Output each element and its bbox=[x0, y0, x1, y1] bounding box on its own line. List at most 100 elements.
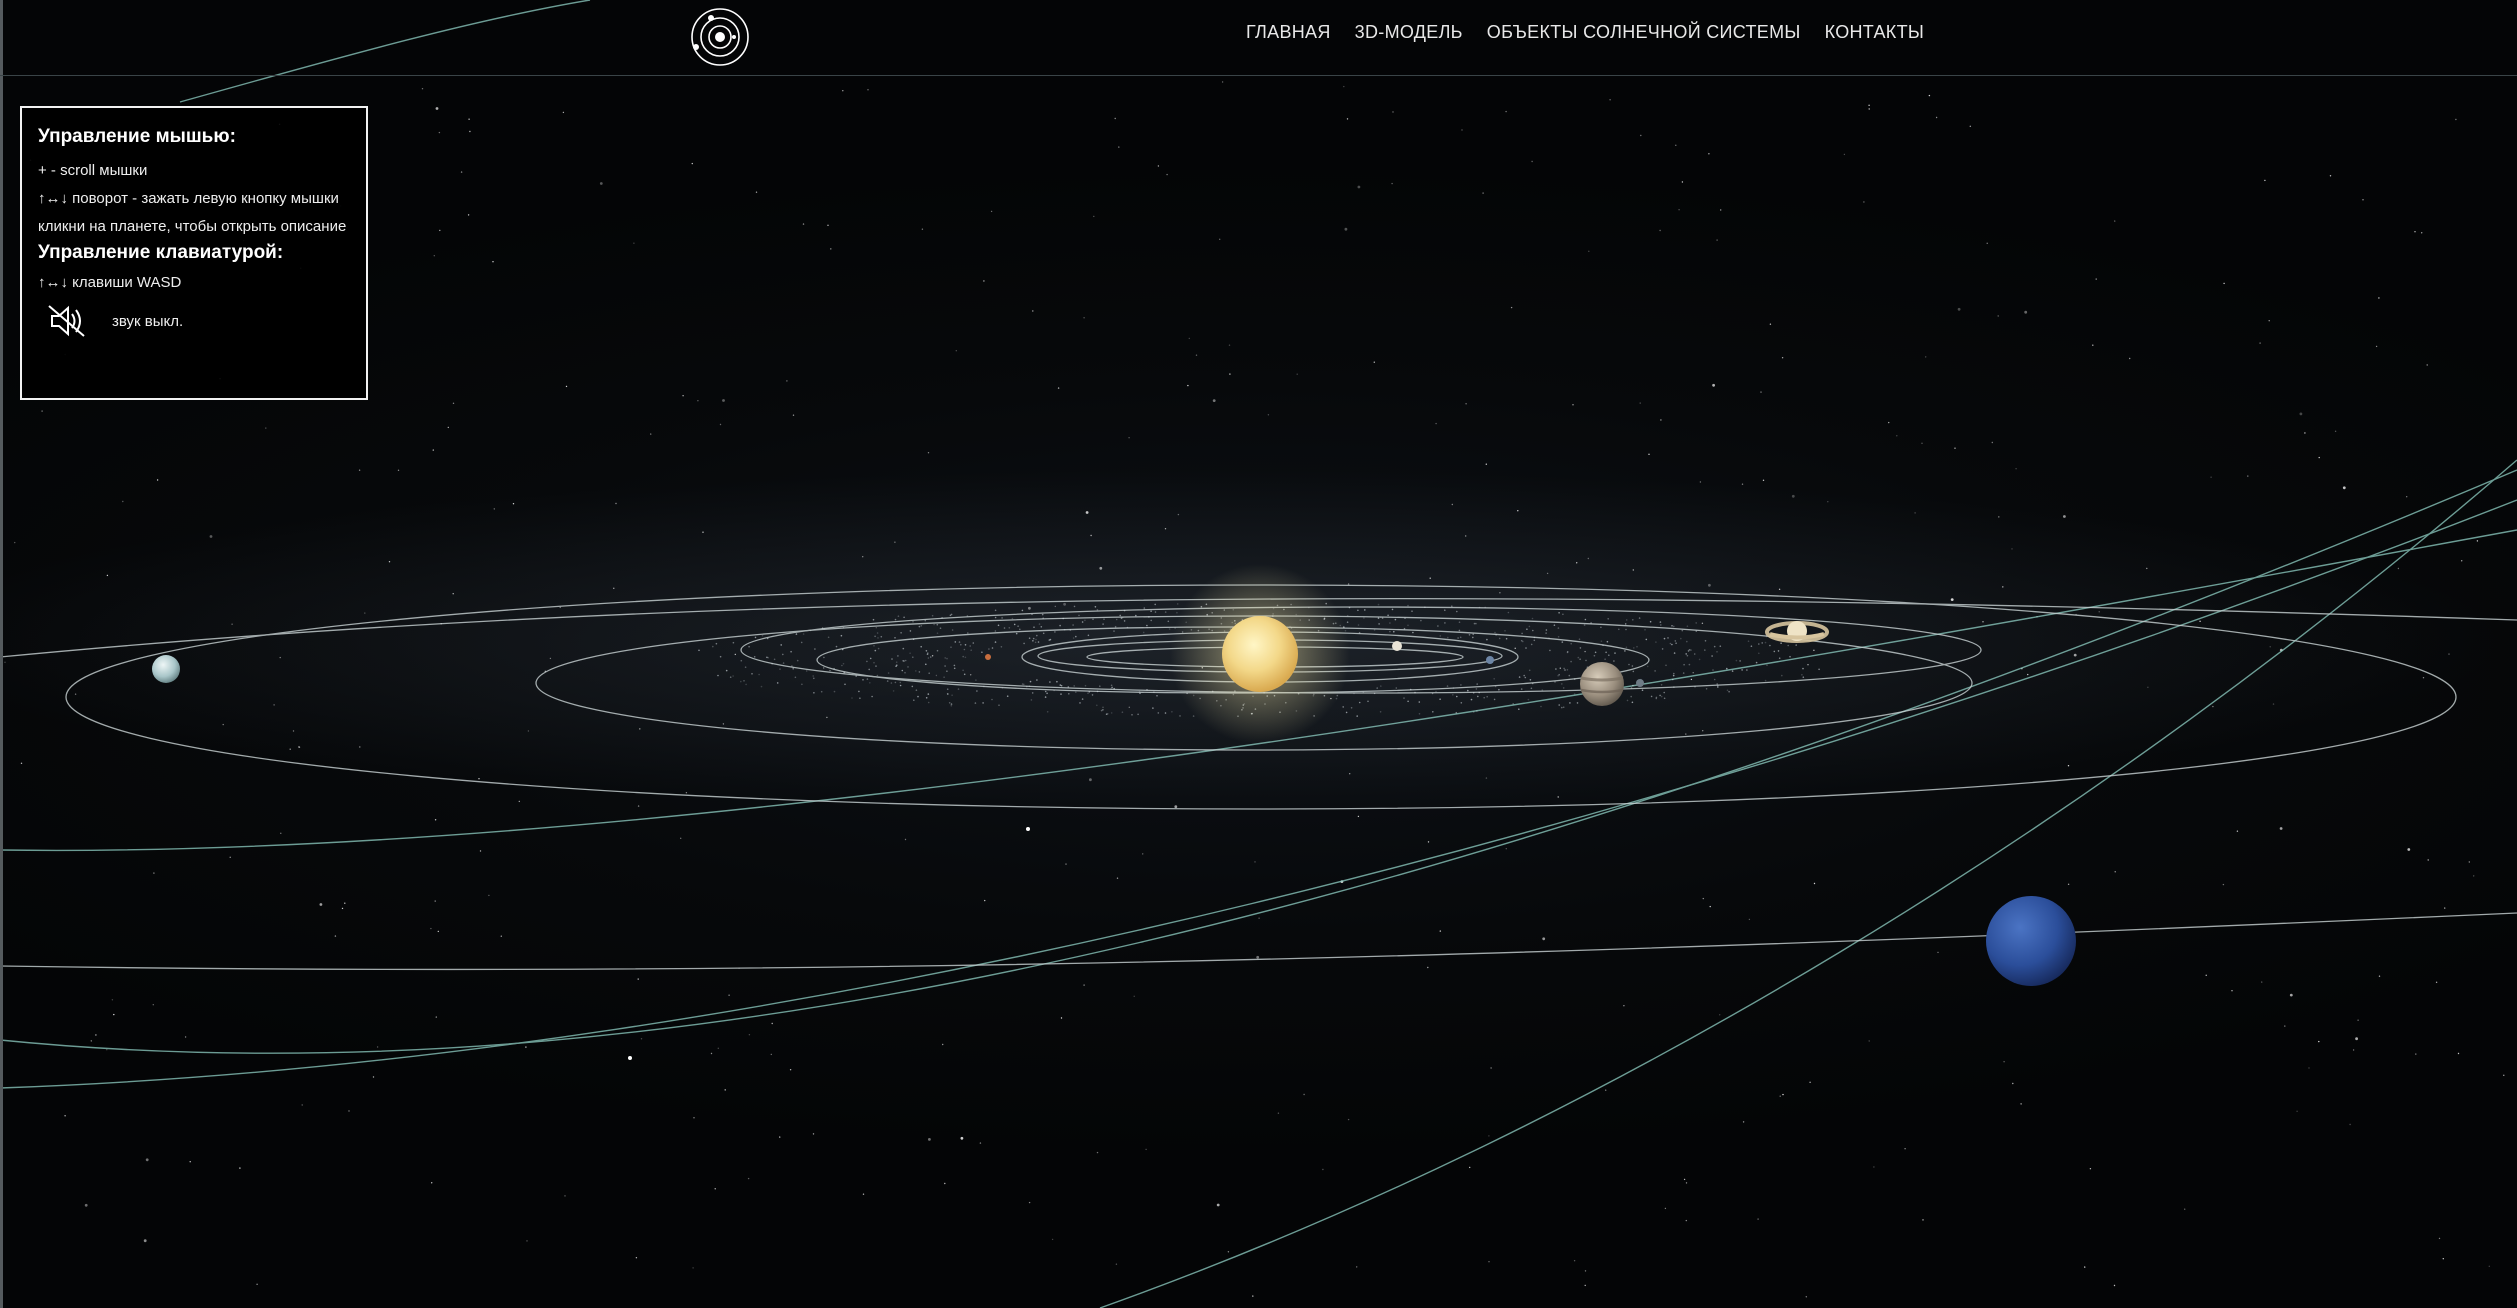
star bbox=[1485, 463, 1488, 465]
sun[interactable] bbox=[1222, 616, 1298, 692]
star bbox=[2113, 1284, 2116, 1287]
asteroid-particle bbox=[951, 694, 953, 696]
star bbox=[1128, 706, 1131, 708]
asteroid-particle bbox=[904, 659, 907, 662]
asteroid-particle bbox=[1665, 664, 1667, 667]
star bbox=[344, 902, 346, 904]
solar-system-scene[interactable] bbox=[0, 0, 2517, 1308]
asteroid-particle bbox=[1407, 604, 1409, 607]
asteroid-particle bbox=[1358, 631, 1361, 634]
star bbox=[2073, 653, 2077, 657]
asteroid-particle bbox=[1081, 621, 1084, 623]
asteroid-particle bbox=[981, 651, 983, 653]
planet-mercury[interactable] bbox=[1392, 641, 1402, 651]
asteroid-particle bbox=[1475, 688, 1478, 690]
asteroid-particle bbox=[1518, 676, 1521, 678]
star bbox=[1429, 577, 1431, 579]
asteroid-particle bbox=[1693, 653, 1696, 655]
star bbox=[1950, 598, 1954, 601]
star bbox=[2378, 975, 2381, 977]
asteroid-particle bbox=[1023, 683, 1025, 686]
star bbox=[1303, 1093, 1305, 1096]
star bbox=[724, 1089, 726, 1091]
star bbox=[935, 674, 938, 677]
asteroid-particle bbox=[1102, 709, 1104, 711]
asteroid-particle bbox=[1113, 687, 1115, 690]
nav-link-home[interactable]: ГЛАВНАЯ bbox=[1246, 22, 1331, 43]
planet-jupiter[interactable] bbox=[1580, 662, 1624, 706]
asteroid-particle bbox=[1573, 693, 1576, 695]
asteroid-particle bbox=[909, 652, 911, 654]
star bbox=[2308, 1067, 2310, 1069]
star bbox=[2438, 1237, 2441, 1240]
asteroid-particle bbox=[1119, 614, 1121, 617]
star bbox=[1702, 730, 1704, 732]
sound-toggle[interactable]: звук выкл. bbox=[38, 302, 348, 340]
star bbox=[2268, 320, 2270, 322]
asteroid-particle bbox=[1573, 678, 1576, 680]
star bbox=[2406, 496, 2408, 498]
asteroid-particle bbox=[1789, 655, 1791, 658]
planet-venus[interactable] bbox=[1486, 656, 1494, 664]
asteroid-particle bbox=[1529, 679, 1532, 681]
asteroid-particle bbox=[1092, 618, 1094, 621]
star bbox=[64, 1115, 66, 1117]
asteroid-particle bbox=[1716, 651, 1718, 653]
asteroid-particle bbox=[943, 676, 945, 678]
asteroid-particle bbox=[1139, 692, 1141, 695]
star bbox=[1054, 605, 1057, 608]
star bbox=[2421, 232, 2423, 234]
asteroid-particle bbox=[946, 670, 948, 672]
asteroid-particle bbox=[944, 665, 946, 667]
asteroid-particle bbox=[1015, 632, 1018, 635]
planet-neptune[interactable] bbox=[1986, 896, 2076, 986]
star bbox=[1164, 528, 1167, 530]
asteroid-particle bbox=[936, 649, 939, 652]
asteroid-particle bbox=[753, 656, 756, 658]
star bbox=[702, 531, 704, 533]
asteroid-particle bbox=[1023, 642, 1025, 645]
asteroid-particle bbox=[1377, 603, 1380, 606]
star bbox=[364, 612, 366, 614]
asteroid-particle bbox=[1478, 606, 1481, 609]
star bbox=[928, 1138, 931, 1141]
asteroid-particle bbox=[1154, 611, 1157, 613]
asteroid-particle bbox=[896, 664, 898, 666]
asteroid-particle bbox=[1590, 622, 1592, 624]
asteroid-particle bbox=[1675, 642, 1677, 644]
star bbox=[1128, 437, 1130, 439]
asteroid-particle bbox=[1042, 617, 1044, 619]
star bbox=[452, 593, 454, 595]
asteroid-particle bbox=[872, 618, 875, 621]
star bbox=[1648, 453, 1650, 455]
star bbox=[2415, 1053, 2417, 1055]
planet-earth[interactable] bbox=[985, 654, 991, 660]
star bbox=[2279, 827, 2283, 830]
star bbox=[1490, 1067, 1492, 1069]
asteroid-particle bbox=[918, 671, 921, 673]
asteroid-particle bbox=[1353, 692, 1355, 695]
star bbox=[432, 449, 434, 451]
star bbox=[111, 999, 114, 1001]
nav-link-3d-model[interactable]: 3D-МОДЕЛЬ bbox=[1355, 22, 1463, 43]
nav-link-contacts[interactable]: КОНТАКТЫ bbox=[1825, 22, 1925, 43]
sound-off-icon[interactable] bbox=[46, 302, 88, 340]
planet-mars[interactable] bbox=[1636, 679, 1644, 687]
star bbox=[1256, 955, 1260, 959]
asteroid-particle bbox=[719, 655, 722, 658]
star bbox=[1708, 153, 1710, 155]
asteroid-particle bbox=[903, 616, 905, 619]
star bbox=[447, 426, 449, 429]
star bbox=[691, 162, 693, 165]
asteroid-particle bbox=[1452, 687, 1455, 689]
nav-link-solar-objects[interactable]: ОБЪЕКТЫ СОЛНЕЧНОЙ СИСТЕМЫ bbox=[1487, 22, 1801, 43]
asteroid-particle bbox=[1731, 670, 1734, 672]
planet-uranus[interactable] bbox=[152, 655, 180, 683]
star bbox=[2476, 540, 2479, 542]
asteroid-particle bbox=[1711, 655, 1713, 657]
star bbox=[1254, 861, 1256, 863]
asteroid-particle bbox=[877, 637, 879, 639]
star bbox=[1090, 534, 1092, 537]
solar-system-logo-icon[interactable] bbox=[689, 6, 751, 68]
asteroid-particle bbox=[1766, 664, 1768, 667]
